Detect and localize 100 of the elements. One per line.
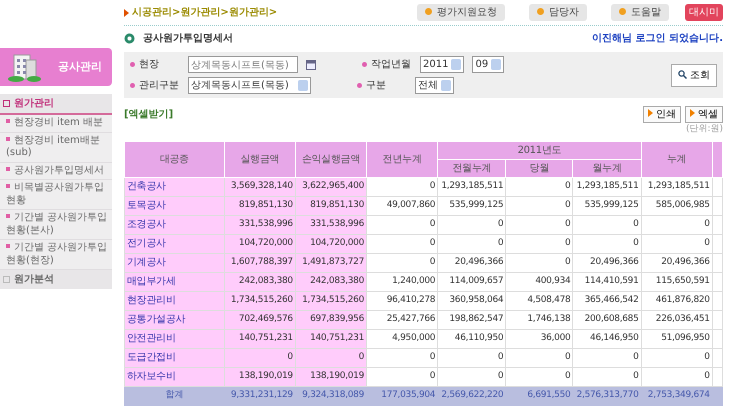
field-label: 관리구분 — [139, 79, 179, 93]
sidebar-section[interactable]: 원가관리 — [0, 94, 112, 115]
building-icon — [8, 52, 42, 82]
table-cell: 331,538,996 — [295, 215, 367, 234]
table-cell: 461,876,820 — [641, 291, 712, 310]
square-icon — [3, 276, 10, 283]
sidebar-item[interactable]: 공사원가투입명세서 — [0, 162, 112, 180]
bullet-icon — [6, 166, 10, 170]
table-cell: 0 — [224, 348, 296, 367]
unit-note: (단위:원) — [684, 123, 723, 136]
table-cell: 242,083,380 — [295, 272, 367, 291]
table-cell: 46,110,950 — [438, 329, 506, 348]
table-cell: 114,009,657 — [438, 272, 506, 291]
sidebar-item[interactable]: 비목별공사원가투입현황 — [0, 180, 112, 210]
table-cell: 1,240,000 — [366, 272, 438, 291]
table-cell: 49,007,860 — [366, 196, 438, 215]
table-cell: 3,569,328,140 — [224, 177, 296, 196]
table-cell: 140,751,231 — [224, 329, 296, 348]
header-button[interactable]: 평가지원요청 — [417, 4, 505, 21]
table-cell: 138,190,019 — [295, 367, 367, 386]
excel-link[interactable]: [엑셀받기] — [124, 107, 174, 122]
table-cell: 0 — [641, 367, 712, 386]
table-cell: 819,851,130 — [224, 196, 296, 215]
table-cell: 0 — [506, 367, 573, 386]
sidebar-item[interactable]: 현장경비 item배분(sub) — [0, 132, 112, 162]
table-cell: 1,607,788,397 — [224, 253, 296, 272]
table-cell: 104,720,000 — [224, 234, 296, 253]
sidebar-item[interactable]: 기간별 공사원가투입현황(본사) — [0, 210, 112, 240]
dropdown[interactable]: 전체 — [415, 77, 454, 94]
triangle-icon — [124, 8, 129, 16]
table-cell: 360,958,064 — [438, 291, 506, 310]
table-cell: 819,851,130 — [295, 196, 367, 215]
row-label[interactable]: 토목공사 — [124, 196, 224, 215]
action-button[interactable]: 엑셀 — [685, 106, 723, 123]
table-cell: 0 — [506, 215, 573, 234]
table-cell: 4,508,478 — [506, 291, 573, 310]
row-label[interactable]: 안전관리비 — [124, 329, 224, 348]
row-label[interactable]: 하자보수비 — [124, 367, 224, 386]
row-label[interactable]: 건축공사 — [124, 177, 224, 196]
column-header: 당월 — [506, 159, 573, 177]
dropdown[interactable]: 상계목동시프트(목동) — [188, 77, 311, 94]
table-cell: 0 — [506, 196, 573, 215]
column-header: 전년누계 — [366, 141, 438, 177]
sidebar-title: 공사관리 — [58, 58, 102, 75]
table-cell: 198,862,547 — [438, 310, 506, 329]
action-button[interactable]: 인쇄 — [643, 106, 681, 123]
table-cell: 400,934 — [506, 272, 573, 291]
row-label[interactable]: 전기공사 — [124, 234, 224, 253]
column-header: 월누계 — [572, 159, 642, 177]
column-header: 실행금액 — [224, 141, 296, 177]
bullet-icon — [6, 119, 10, 123]
field-label: 구분 — [366, 79, 386, 93]
table-cell: 0 — [295, 348, 367, 367]
table-cell: 177,035,904 — [366, 386, 438, 405]
circle-icon — [124, 33, 135, 44]
login-message: 이진해님 로그인 되었습니다. — [592, 32, 723, 46]
bullet-icon — [6, 214, 10, 218]
table-cell: 0 — [506, 234, 573, 253]
header-button[interactable]: 도움말 — [611, 4, 669, 21]
sidebar-section[interactable]: 원가분석 — [0, 270, 112, 289]
column-header: 2011년도 — [438, 141, 642, 159]
header-button[interactable]: 담당자 — [529, 4, 587, 21]
dropdown[interactable]: 09 — [472, 56, 504, 73]
row-label[interactable]: 조경공사 — [124, 215, 224, 234]
row-label[interactable]: 도급간접비 — [124, 348, 224, 367]
row-label[interactable]: 현장관리비 — [124, 291, 224, 310]
site-input[interactable]: 상계목동시프트(목동) — [188, 56, 298, 73]
table-cell: 2,576,313,770 — [572, 386, 642, 405]
table-cell: 9,324,318,089 — [295, 386, 367, 405]
table-cell: 115,650,591 — [641, 272, 712, 291]
sidebar-item[interactable]: 현장경비 item 배분 — [0, 115, 112, 132]
table-cell: 0 — [506, 177, 573, 196]
search-button[interactable]: 조회 — [670, 64, 717, 86]
row-label[interactable]: 매입부가세 — [124, 272, 224, 291]
row-label[interactable]: 기계공사 — [124, 253, 224, 272]
calendar-icon[interactable] — [306, 60, 316, 70]
table-cell: 20,496,366 — [438, 253, 506, 272]
table-cell: 1,734,515,260 — [224, 291, 296, 310]
dropdown[interactable]: 2011 — [420, 56, 464, 73]
sidebar-item[interactable]: 기간별 공사원가투입현황(현장) — [0, 240, 112, 270]
table-cell: 96,410,278 — [366, 291, 438, 310]
table-cell: 1,746,138 — [506, 310, 573, 329]
table-cell: 0 — [438, 234, 506, 253]
table-cell: 0 — [572, 215, 642, 234]
table-cell: 4,950,000 — [366, 329, 438, 348]
header-button[interactable]: 대시미 — [685, 4, 723, 21]
column-header: 대공종 — [124, 141, 224, 177]
table-cell: 0 — [438, 367, 506, 386]
field-label: 현장 — [139, 58, 159, 72]
table-cell: 226,036,451 — [641, 310, 712, 329]
table-cell: 585,006,985 — [641, 196, 712, 215]
bullet-icon — [357, 83, 362, 88]
table-cell: 1,491,873,727 — [295, 253, 367, 272]
row-label[interactable]: 공통가설공사 — [124, 310, 224, 329]
table-cell: 114,410,591 — [572, 272, 642, 291]
page-title: 공사원가투입명세서 — [143, 32, 233, 46]
table-cell: 1,293,185,511 — [438, 177, 506, 196]
table-cell: 0 — [438, 348, 506, 367]
table-cell: 46,146,950 — [572, 329, 642, 348]
table-cell: 0 — [641, 215, 712, 234]
